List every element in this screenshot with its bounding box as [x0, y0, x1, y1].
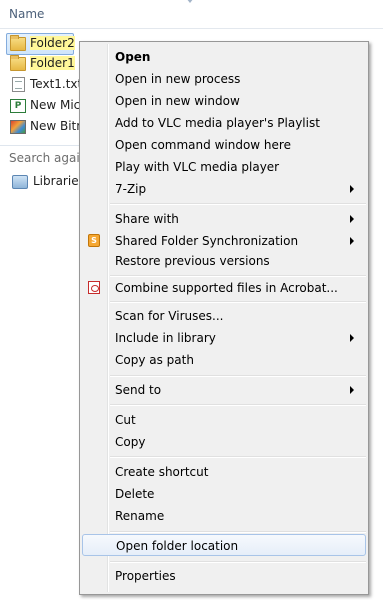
menu-separator: [110, 375, 366, 377]
menu-item-label: Open in new process: [115, 72, 241, 86]
submenu-arrow-icon: [350, 334, 354, 342]
menu-item-label: Play with VLC media player: [115, 160, 280, 174]
menu-item-label: Copy: [115, 435, 146, 449]
menu-separator: [110, 301, 366, 303]
submenu-arrow-icon: [350, 215, 354, 223]
menu-item-label: Share with: [115, 212, 179, 226]
menu-item-cut[interactable]: Cut: [82, 409, 366, 431]
file-item-label: Folder2: [30, 36, 75, 50]
menu-item-label: Open: [115, 50, 151, 64]
menu-item-label: Include in library: [115, 331, 216, 345]
menu-item-open-new-window[interactable]: Open in new window: [82, 90, 366, 112]
divider: [0, 145, 80, 146]
menu-item-label: Restore previous versions: [115, 254, 270, 268]
menu-item-open[interactable]: Open: [82, 46, 366, 68]
file-item-label: Folder1: [30, 56, 75, 70]
acrobat-icon: [88, 281, 100, 294]
folder-icon: [10, 35, 26, 51]
menu-separator: [110, 404, 366, 406]
menu-item-label: Cut: [115, 413, 136, 427]
file-item-folder2[interactable]: Folder2: [6, 33, 75, 55]
bitmap-file-icon: [10, 120, 26, 134]
menu-item-label: Scan for Viruses...: [115, 309, 224, 323]
submenu-arrow-icon: [350, 237, 354, 245]
menu-item-create-shortcut[interactable]: Create shortcut: [82, 461, 366, 483]
menu-item-add-vlc-playlist[interactable]: Add to VLC media player's Playlist: [82, 112, 366, 134]
column-header[interactable]: Name: [0, 0, 383, 29]
menu-item-label: Delete: [115, 487, 155, 501]
menu-item-share-with[interactable]: Share with: [82, 208, 366, 230]
menu-item-label: Create shortcut: [115, 465, 209, 479]
column-header-name[interactable]: Name: [9, 7, 44, 21]
folder-icon: [10, 55, 26, 71]
menu-item-properties[interactable]: Properties: [82, 565, 366, 587]
menu-item-label: Add to VLC media player's Playlist: [115, 116, 320, 130]
menu-item-open-new-process[interactable]: Open in new process: [82, 68, 366, 90]
sync-icon: S: [88, 234, 100, 247]
submenu-arrow-icon: [350, 386, 354, 394]
menu-item-include-library[interactable]: Include in library: [82, 327, 366, 349]
menu-item-open-command-window[interactable]: Open command window here: [82, 134, 366, 156]
menu-item-shared-folder-sync[interactable]: S Shared Folder Synchronization: [82, 230, 366, 252]
menu-item-label: Open folder location: [116, 539, 239, 553]
submenu-arrow-icon: [350, 185, 354, 193]
menu-item-label: Open command window here: [115, 138, 291, 152]
menu-item-label: Open in new window: [115, 94, 240, 108]
libraries-label: Libraries: [33, 174, 85, 188]
menu-item-scan-viruses[interactable]: Scan for Viruses...: [82, 305, 366, 327]
menu-item-label: Copy as path: [115, 353, 194, 367]
publisher-file-icon: P: [10, 99, 26, 113]
menu-item-rename[interactable]: Rename: [82, 505, 366, 527]
menu-item-send-to[interactable]: Send to: [82, 379, 366, 401]
menu-separator: [110, 561, 366, 563]
search-again-label: Search again: [9, 151, 88, 165]
menu-item-play-vlc[interactable]: Play with VLC media player: [82, 156, 366, 178]
libraries-icon: [12, 175, 28, 189]
menu-item-combine-acrobat[interactable]: Combine supported files in Acrobat...: [82, 277, 366, 299]
menu-item-label: Shared Folder Synchronization: [115, 234, 299, 248]
menu-item-label: Combine supported files in Acrobat...: [115, 281, 338, 295]
menu-item-label: Rename: [115, 509, 165, 523]
menu-separator: [110, 456, 366, 458]
menu-item-restore-previous-versions[interactable]: Restore previous versions: [82, 250, 366, 272]
menu-item-copy-as-path[interactable]: Copy as path: [82, 349, 366, 371]
file-item-label: Text1.txt: [30, 77, 83, 91]
context-menu: Open Open in new process Open in new win…: [79, 41, 369, 595]
menu-item-delete[interactable]: Delete: [82, 483, 366, 505]
sort-arrow-icon: [186, 0, 194, 3]
file-item-label: New Micr: [30, 98, 86, 112]
menu-item-7zip[interactable]: 7-Zip: [82, 178, 366, 200]
menu-item-label: Send to: [115, 383, 162, 397]
menu-item-copy[interactable]: Copy: [82, 431, 366, 453]
menu-item-label: 7-Zip: [115, 182, 147, 196]
menu-separator: [110, 531, 366, 533]
text-file-icon: [12, 77, 25, 92]
menu-separator: [110, 203, 366, 205]
menu-item-label: Properties: [115, 569, 176, 583]
menu-item-open-folder-location[interactable]: Open folder location: [82, 534, 366, 556]
